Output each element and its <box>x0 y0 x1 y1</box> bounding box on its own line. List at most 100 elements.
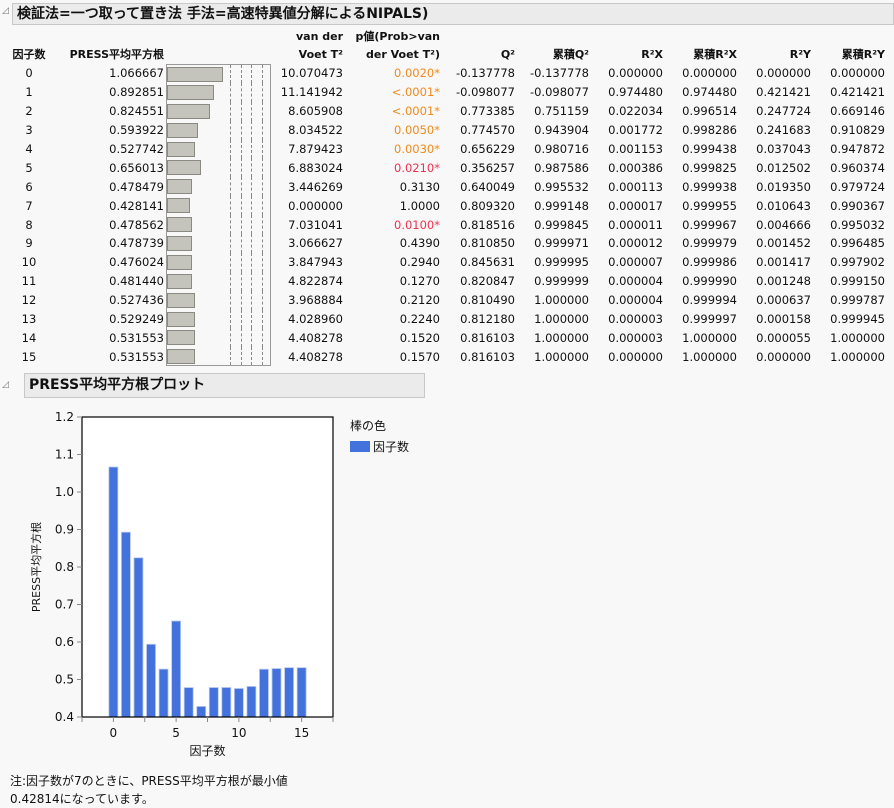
report-title[interactable]: 検証法=一つ取って置き法 手法=高速特異値分解によるNIPALS) <box>12 3 894 25</box>
cell-r2x: 0.000011 <box>608 217 663 232</box>
y-tick-label: 0.6 <box>55 635 74 649</box>
cell-p: 0.1520 <box>399 330 440 345</box>
factor-count: 14 <box>21 330 37 345</box>
cell-cr2x: 1.000000 <box>682 349 737 364</box>
table-row: 10 0.476024 3.847943 0.2940 0.845631 0.999995… <box>4 252 885 272</box>
cell-r2x: 0.000003 <box>608 330 663 345</box>
cell-t2: 8.034522 <box>288 123 343 138</box>
cell-r2y: 0.001248 <box>756 274 811 289</box>
table-row: 13 0.529249 4.028960 0.2240 0.812180 1.000000… <box>4 309 885 329</box>
cell-t2: 4.822874 <box>288 274 343 289</box>
x-tick-label: 0 <box>110 726 118 740</box>
cell-p: 0.1570 <box>399 349 440 364</box>
cell-cq2: 0.980716 <box>534 142 589 156</box>
press-bar-cell <box>164 234 274 253</box>
cell-p: 0.3130 <box>399 179 440 194</box>
bar-9 <box>221 687 232 718</box>
cell-t2: 6.883024 <box>288 160 343 175</box>
press-bar <box>167 160 202 176</box>
press-bar <box>167 217 193 233</box>
cell-cr2x: 0.999994 <box>682 293 737 308</box>
results-table: 因子数 PRESS平均平方根 van der p値(Prob>van Q² 累積… <box>4 28 885 367</box>
press-value: 0.428141 <box>109 198 164 213</box>
press-value: 1.066667 <box>109 66 164 81</box>
press-value: 0.531553 <box>109 349 164 364</box>
press-bar-cell <box>164 177 274 197</box>
press-bar-cell <box>164 309 274 329</box>
press-bar-cell <box>164 252 274 272</box>
factor-count: 12 <box>21 293 37 308</box>
factor-count: 13 <box>21 312 37 327</box>
cell-cr2y: 1.000000 <box>830 349 885 364</box>
x-tick-label: 5 <box>172 726 180 740</box>
cell-cr2y: 0.910829 <box>830 123 885 138</box>
cell-t2: 3.066627 <box>288 236 343 251</box>
press-bar <box>167 349 195 365</box>
cell-cr2y: 0.000000 <box>830 66 885 81</box>
cell-cq2: 0.751159 <box>534 104 589 119</box>
bar-2 <box>133 557 144 718</box>
cell-q2: 0.816103 <box>460 349 515 364</box>
cell-r2x: 0.022034 <box>608 104 663 119</box>
cell-cq2: 0.995532 <box>534 179 589 194</box>
plot-area <box>82 417 333 717</box>
cell-cr2x: 0.000000 <box>682 66 737 81</box>
y-tick-label: 1.2 <box>55 410 74 424</box>
col-p-2: der Voet T²) <box>366 48 440 61</box>
cell-t2: 3.968884 <box>288 293 343 308</box>
press-value: 0.476024 <box>109 255 164 270</box>
cell-cq2: 1.000000 <box>534 312 589 327</box>
x-tick-label: 15 <box>294 726 309 740</box>
press-value: 0.529249 <box>109 312 164 327</box>
cell-r2x: 0.000000 <box>608 349 663 364</box>
cell-r2y: 0.421421 <box>756 85 811 100</box>
factor-count: 1 <box>25 85 33 100</box>
cell-p: 0.0020* <box>394 66 440 81</box>
press-bar <box>167 198 190 214</box>
col-r2y: R²Y <box>789 48 811 61</box>
cell-cr2y: 0.997902 <box>830 255 885 270</box>
cell-r2x: 0.000007 <box>608 255 663 270</box>
cell-p: 0.0210* <box>394 160 440 175</box>
y-tick-label: 0.7 <box>55 598 74 612</box>
cell-cr2x: 0.999979 <box>682 236 737 251</box>
bar-10 <box>233 688 244 718</box>
press-bar-cell <box>164 271 274 291</box>
cell-p: 0.2240 <box>399 312 440 327</box>
cell-cr2x: 0.996514 <box>682 104 737 119</box>
press-value: 0.656013 <box>109 160 164 175</box>
factor-count: 9 <box>25 236 33 251</box>
cell-cr2y: 0.996485 <box>830 236 885 251</box>
cell-cr2x: 0.974480 <box>682 85 737 100</box>
bar-8 <box>208 687 219 718</box>
plot-title[interactable]: PRESS平均平方根プロット <box>24 373 425 398</box>
bar-14 <box>284 667 294 718</box>
cell-cr2y: 0.960374 <box>830 160 885 175</box>
press-bar-cell <box>164 101 274 121</box>
disclosure-triangle-icon[interactable]: ◿ <box>2 380 9 390</box>
cell-cq2: -0.137778 <box>529 66 589 81</box>
press-bar-cell <box>164 139 274 159</box>
bar-5 <box>171 620 182 718</box>
cell-t2: 3.847943 <box>288 255 343 270</box>
press-value: 0.481440 <box>109 274 164 289</box>
press-bar <box>167 292 195 308</box>
disclosure-triangle-icon[interactable]: ◿ <box>2 6 9 16</box>
press-bar-cell <box>164 82 274 102</box>
press-bar <box>167 103 211 119</box>
press-bar <box>167 122 199 138</box>
bar-11 <box>246 686 257 718</box>
press-bar <box>167 236 193 252</box>
cell-t2: 10.070473 <box>280 66 343 81</box>
press-value: 0.824551 <box>109 104 164 119</box>
cell-cq2: 0.999971 <box>534 236 589 251</box>
x-axis-label: 因子数 <box>189 743 225 758</box>
cell-cq2: 0.999845 <box>534 217 589 232</box>
cell-p: 0.4390 <box>399 236 440 251</box>
cell-t2: 0.000000 <box>288 198 343 213</box>
col-cumr2y: 累積R²Y <box>841 48 885 61</box>
cell-r2x: 0.000004 <box>608 274 663 289</box>
cell-r2y: 0.000000 <box>756 349 811 364</box>
press-bar <box>167 141 195 157</box>
cell-p: <.0001* <box>391 104 440 119</box>
